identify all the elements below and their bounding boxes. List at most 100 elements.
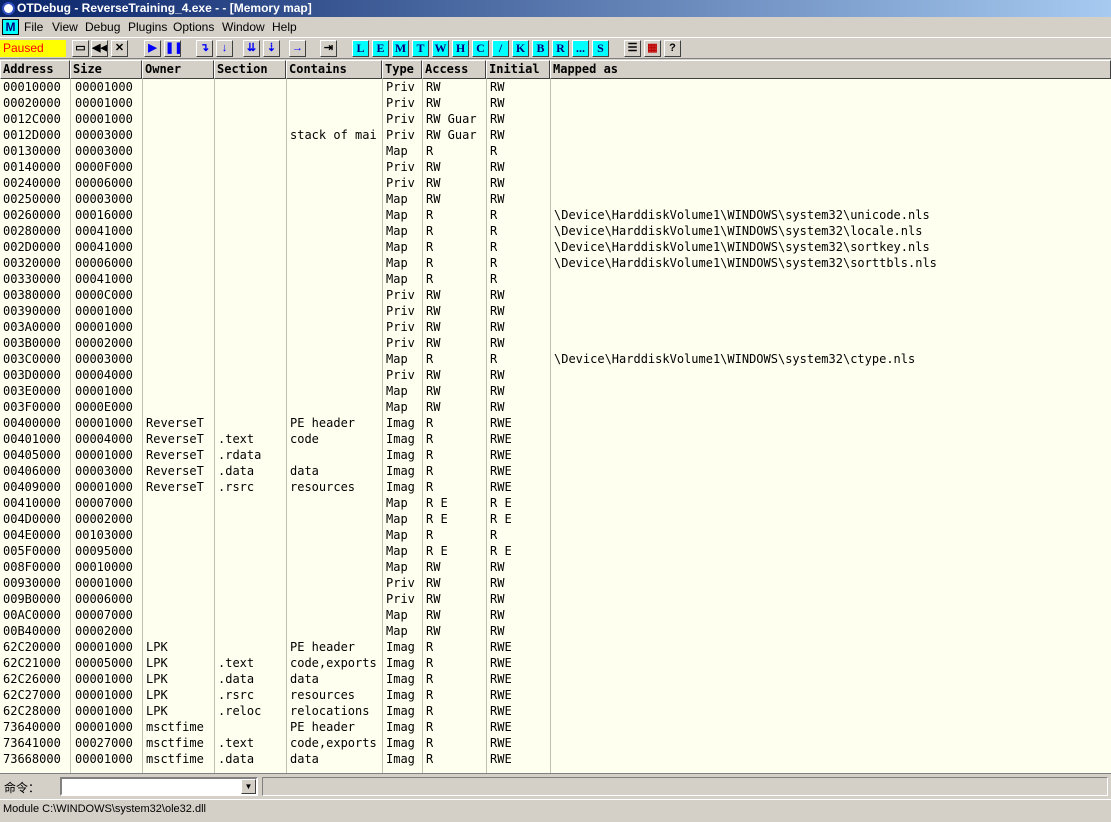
column-header-type[interactable]: Type [382,60,422,79]
table-row[interactable]: 73641000 00027000 msctfime .text code,export… [0,735,1111,751]
table-row[interactable]: 00390000 00001000 Priv RW RW [0,303,1111,319]
table-row[interactable]: 003B0000 00002000 Priv RW RW [0,335,1111,351]
table-row[interactable]: 00240000 00006000 Priv RW RW [0,175,1111,191]
cell-size: 00001000 [75,640,133,654]
column-header-mapped-as[interactable]: Mapped as [550,60,1111,79]
table-row[interactable]: 00330000 00041000 Map R R [0,271,1111,287]
menu-file[interactable]: File [24,20,43,34]
table-row[interactable]: 00320000 00006000 Map R R \Device\HarddiskVol… [0,255,1111,271]
column-header-initial[interactable]: Initial [486,60,550,79]
column-header-size[interactable]: Size [70,60,142,79]
cell-address: 003C0000 [3,352,61,366]
memory-window-button[interactable]: M [392,40,409,57]
table-row[interactable]: 009B0000 00006000 Priv RW RW [0,591,1111,607]
table-row[interactable]: 003C0000 00003000 Map R R \Device\HarddiskVol… [0,351,1111,367]
table-row[interactable]: 004D0000 00002000 Map R E R E [0,511,1111,527]
threads-window-button[interactable]: T [412,40,429,57]
run-icon[interactable]: ▶ [144,40,161,57]
handles-window-button[interactable]: H [452,40,469,57]
cpu-window-button[interactable]: C [472,40,489,57]
table-row[interactable]: 003F0000 0000E000 Map RW RW [0,399,1111,415]
table-row[interactable]: 00280000 00041000 Map R R \Device\HarddiskVol… [0,223,1111,239]
table-row[interactable]: 62C21000 00005000 LPK .text code,exports Imag… [0,655,1111,671]
table-row[interactable]: 00B40000 00002000 Map RW RW [0,623,1111,639]
menu-view[interactable]: View [52,20,78,34]
cell-contains: data [290,752,319,766]
table-row[interactable]: 004E0000 00103000 Map R R [0,527,1111,543]
step-into-icon[interactable]: ↴ [196,40,213,57]
appearance-icon[interactable]: ▦ [644,40,661,57]
table-row[interactable]: 00130000 00003000 Map R R [0,143,1111,159]
menu-help[interactable]: Help [272,20,297,34]
table-row[interactable]: 002D0000 00041000 Map R R \Device\HarddiskVol… [0,239,1111,255]
table-row[interactable]: 008F0000 00010000 Map RW RW [0,559,1111,575]
menu-plugins[interactable]: Plugins [128,20,167,34]
table-row[interactable]: 00410000 00007000 Map R E R E [0,495,1111,511]
column-header-access[interactable]: Access [422,60,486,79]
table-row[interactable]: 00406000 00003000 ReverseT .data data Imag R RW… [0,463,1111,479]
animate-into-icon[interactable]: ⇊ [243,40,260,57]
cell-owner [146,207,212,223]
step-over-icon[interactable]: ↓ [216,40,233,57]
windows-window-button[interactable]: W [432,40,449,57]
column-header-section[interactable]: Section [214,60,286,79]
breakpoints-window-button[interactable]: B [532,40,549,57]
column-header-owner[interactable]: Owner [142,60,214,79]
table-row[interactable]: 62C26000 00001000 LPK .data data Imag R RWE [0,671,1111,687]
open-icon[interactable]: ▭ [72,40,89,57]
source-window-button[interactable]: S [592,40,609,57]
table-row[interactable]: 0012D000 00003000 stack of mai Priv RW Guar R… [0,127,1111,143]
table-row[interactable]: 00380000 0000C000 Priv RW RW [0,287,1111,303]
run-trace-window-button[interactable]: ... [572,40,589,57]
restart-icon[interactable]: ◀◀ [91,40,108,57]
table-row[interactable]: 00930000 00001000 Priv RW RW [0,575,1111,591]
cell-owner [146,191,212,207]
table-row[interactable]: 00AC0000 00007000 Map RW RW [0,607,1111,623]
table-row[interactable]: 003D0000 00004000 Priv RW RW [0,367,1111,383]
column-header-contains[interactable]: Contains [286,60,382,79]
table-row[interactable]: 005F0000 00095000 Map R E R E [0,543,1111,559]
table-row[interactable]: 73640000 00001000 msctfime PE header Imag R RW… [0,719,1111,735]
table-row[interactable]: 00140000 0000F000 Priv RW RW [0,159,1111,175]
go-to-icon[interactable]: ⇥ [320,40,337,57]
memory-map-table[interactable]: Address Size Owner Section Contains Type… [0,60,1111,773]
table-row[interactable]: 62C20000 00001000 LPK PE header Imag R RWE [0,639,1111,655]
close-icon[interactable]: ✕ [111,40,128,57]
log-window-button[interactable]: L [352,40,369,57]
mdi-window-icon[interactable]: M [2,19,19,35]
call-stack-window-button[interactable]: K [512,40,529,57]
table-row[interactable]: 62C28000 00001000 LPK .reloc relocations Imag… [0,703,1111,719]
column-header-address[interactable]: Address [0,60,70,79]
list-view-icon[interactable]: ☰ [624,40,641,57]
modules-window-button[interactable]: E [372,40,389,57]
table-row[interactable]: 003A0000 00001000 Priv RW RW [0,319,1111,335]
table-row[interactable]: 00400000 00001000 ReverseT PE header Imag R RW… [0,415,1111,431]
table-row[interactable]: 62C27000 00001000 LPK .rsrc resources Imag R RW… [0,687,1111,703]
table-row[interactable]: 00401000 00004000 ReverseT .text code Imag R RW… [0,431,1111,447]
table-row[interactable]: 003E0000 00001000 Map RW RW [0,383,1111,399]
animate-over-icon[interactable]: ⇣ [263,40,280,57]
patches-window-button[interactable]: / [492,40,509,57]
cell-contains: resources [290,480,356,494]
table-row[interactable]: 00250000 00003000 Map RW RW [0,191,1111,207]
table-row[interactable]: 00409000 00001000 ReverseT .rsrc resources Im… [0,479,1111,495]
menu-debug[interactable]: Debug [85,20,120,34]
cell-owner [146,399,212,415]
menu-options[interactable]: Options [173,20,214,34]
pause-icon[interactable]: ❚❚ [164,40,181,57]
table-row[interactable]: 00010000 00001000 Priv RW RW [0,79,1111,95]
help-button[interactable]: ? [664,40,681,57]
table-row[interactable]: 73668000 00001000 msctfime .data data Imag R RW… [0,751,1111,767]
menu-window[interactable]: Window [222,20,265,34]
cell-access: R [426,656,434,670]
table-row[interactable]: 00020000 00001000 Priv RW RW [0,95,1111,111]
execute-till-return-icon[interactable]: → [289,40,306,57]
cell-address: 00930000 [3,576,61,590]
cell-size: 00001000 [75,576,133,590]
table-row[interactable]: 00405000 00001000 ReverseT .rdata Imag R RWE [0,447,1111,463]
table-row[interactable]: 00260000 00016000 Map R R \Device\HarddiskVol… [0,207,1111,223]
table-row[interactable]: 0012C000 00001000 Priv RW Guar RW [0,111,1111,127]
command-input[interactable]: ▼ [60,777,258,796]
references-window-button[interactable]: R [552,40,569,57]
dropdown-arrow-icon[interactable]: ▼ [241,779,256,794]
